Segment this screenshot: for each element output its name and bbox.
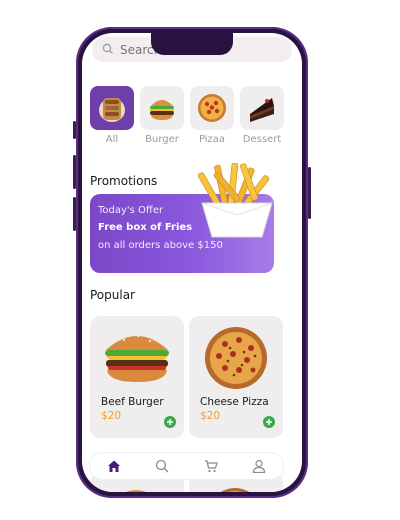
phone-frame: All Burger — [73, 27, 311, 498]
category-dessert[interactable]: Dessert — [240, 86, 284, 145]
plus-icon — [266, 419, 272, 425]
product-card-cheese-pizza[interactable]: Cheese Pizza $20 — [189, 316, 283, 438]
category-tile[interactable] — [190, 86, 234, 130]
search-icon — [156, 459, 169, 473]
tab-cart[interactable] — [200, 455, 222, 477]
kebab-food-icon — [99, 98, 125, 122]
camera-notch — [151, 33, 233, 55]
mute-switch — [73, 121, 76, 139]
promo-title: Free box of Fries — [98, 222, 193, 233]
tab-search[interactable] — [151, 455, 173, 477]
plus-icon — [167, 419, 173, 425]
category-label: Pizaa — [198, 134, 226, 145]
search-icon — [102, 40, 114, 59]
category-pizza[interactable]: Pizaa — [190, 86, 234, 145]
product-price: $20 — [101, 410, 122, 422]
tab-profile[interactable] — [248, 455, 270, 477]
burger-icon — [105, 334, 169, 382]
product-card-beef-burger[interactable]: Beef Burger $20 — [90, 316, 184, 438]
power-button — [308, 167, 311, 219]
pizza-icon — [205, 327, 267, 389]
product-name: Cheese Pizza — [200, 396, 269, 408]
category-burger[interactable]: Burger — [140, 86, 184, 145]
burger-icon — [126, 490, 146, 492]
promotions-heading: Promotions — [90, 174, 158, 188]
popular-heading: Popular — [90, 288, 135, 302]
promo-subtitle: Today's Offer — [98, 205, 164, 216]
pizza-icon — [198, 94, 226, 122]
product-price: $20 — [200, 410, 221, 422]
category-all[interactable]: All — [90, 86, 134, 145]
fries-icon — [197, 163, 273, 238]
category-label: Dessert — [242, 134, 282, 145]
category-list: All Burger Pizaa Dessert — [90, 86, 284, 145]
add-to-cart-button[interactable] — [263, 416, 275, 428]
burger-icon — [150, 100, 174, 120]
add-to-cart-button[interactable] — [164, 416, 176, 428]
category-label: All — [105, 134, 119, 145]
home-icon — [108, 460, 121, 472]
category-tile[interactable] — [240, 86, 284, 130]
pizza-icon — [220, 488, 250, 492]
tab-home[interactable] — [103, 455, 125, 477]
product-name: Beef Burger — [101, 396, 164, 408]
cake-slice-icon — [250, 98, 274, 122]
profile-icon — [252, 459, 265, 473]
volume-up-button — [73, 155, 76, 189]
promotion-banner[interactable]: Today's Offer Free box of Fries on all o… — [90, 163, 274, 273]
promo-condition: on all orders above $150 — [98, 240, 223, 251]
app-screen: All Burger — [82, 33, 302, 492]
category-tile[interactable] — [90, 86, 134, 130]
popular-list: Beef Burger $20 Cheese Pizza $20 — [90, 316, 283, 438]
category-tile[interactable] — [140, 86, 184, 130]
category-label: Burger — [145, 134, 179, 145]
cart-icon — [204, 460, 218, 473]
bottom-tab-bar — [90, 453, 283, 479]
volume-down-button — [73, 197, 76, 231]
